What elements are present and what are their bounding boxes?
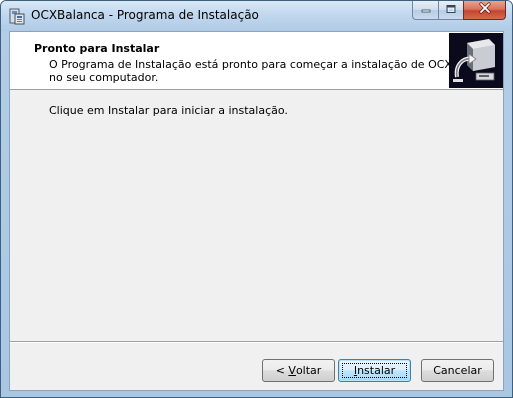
instruction-text: Clique em Instalar para iniciar a instal… (49, 104, 288, 117)
cancel-button[interactable]: Cancelar (421, 359, 494, 382)
minimize-icon (420, 1, 432, 19)
back-button[interactable]: < Voltar (262, 359, 335, 382)
page-title: Pronto para Instalar (34, 42, 160, 55)
caption-buttons (412, 1, 506, 20)
maximize-icon (445, 1, 457, 19)
window-title: OCXBalanca - Programa de Instalação (31, 8, 259, 22)
wizard-header: Pronto para Instalar O Programa de Insta… (10, 32, 503, 90)
close-button[interactable] (463, 1, 506, 20)
install-button-label: nstalar (357, 364, 396, 377)
installer-window: OCXBalanca - Programa de Instalação Pron… (0, 0, 513, 398)
wizard-client-area: Pronto para Instalar O Programa de Insta… (9, 31, 504, 391)
back-button-prefix: < (275, 364, 289, 377)
title-bar[interactable]: OCXBalanca - Programa de Instalação (1, 1, 512, 31)
bottom-divider (10, 341, 503, 343)
back-button-label: oltar (295, 364, 322, 377)
install-button[interactable]: Instalar (338, 359, 411, 382)
computer-install-icon (449, 33, 503, 88)
close-icon (478, 1, 492, 19)
page-subtitle: O Programa de Instalação está pronto par… (49, 58, 496, 84)
minimize-button[interactable] (412, 1, 438, 20)
cancel-button-label: Cancelar (433, 364, 482, 377)
setup-app-icon[interactable] (9, 7, 25, 25)
page-subtitle-line2: no seu computador. (49, 71, 159, 84)
maximize-button[interactable] (438, 1, 463, 20)
page-subtitle-line1: O Programa de Instalação está pronto par… (49, 58, 496, 71)
back-button-accelerator: V (288, 364, 296, 377)
